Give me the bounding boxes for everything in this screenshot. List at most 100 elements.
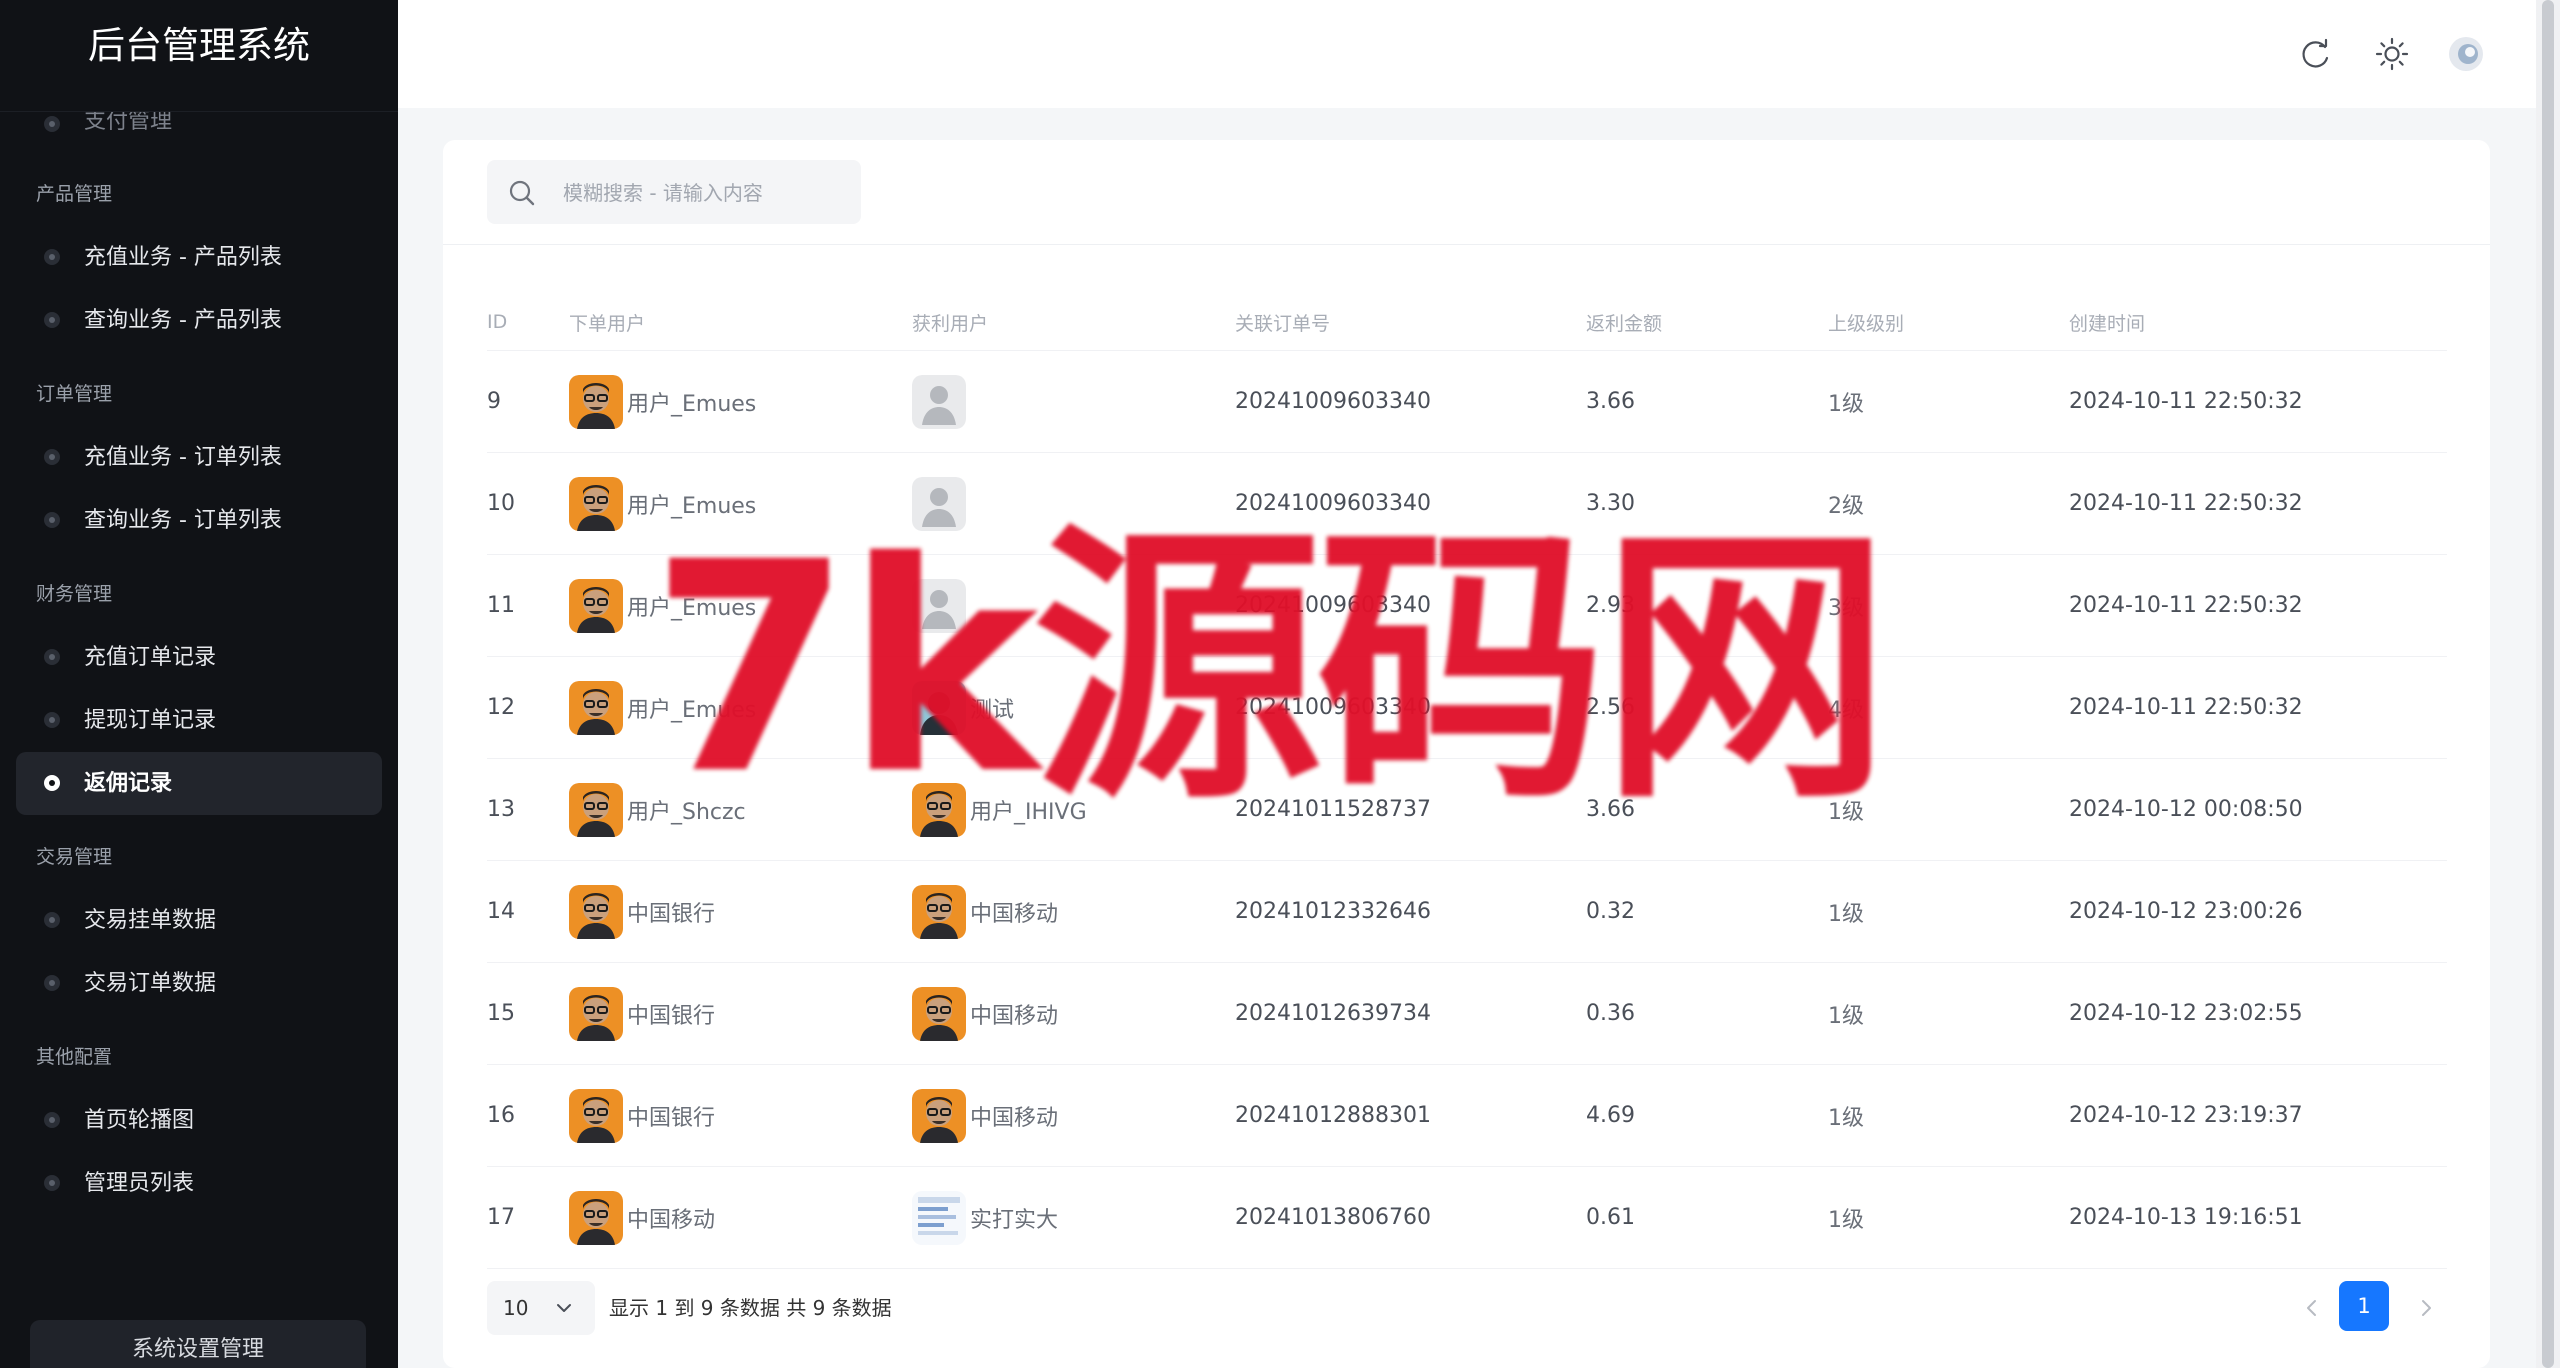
refresh-icon[interactable] <box>2296 34 2336 74</box>
sidebar-item[interactable]: 充值业务 - 订单列表 <box>16 426 382 489</box>
top-header <box>398 0 2536 108</box>
cell-level: 1级 <box>1828 350 2069 453</box>
profit-user-name: 实打实大 <box>970 1207 1059 1233</box>
bullet-icon <box>44 512 60 528</box>
sidebar-item-label: 返佣记录 <box>84 771 173 796</box>
system-settings-button[interactable]: 系统设置管理 <box>30 1320 366 1368</box>
order-user-name: 中国银行 <box>627 901 716 927</box>
user-photo-avatar <box>912 884 966 939</box>
user-photo-avatar <box>569 782 623 837</box>
col-header-level[interactable]: 上级级别 <box>1828 294 2069 351</box>
user-photo-avatar <box>569 374 623 429</box>
col-header-created[interactable]: 创建时间 <box>2069 294 2447 351</box>
scrollbar-thumb[interactable] <box>2542 0 2554 1368</box>
cell-level: 1级 <box>1828 962 2069 1065</box>
cell-created: 2024-10-11 22:50:32 <box>2069 554 2447 657</box>
cell-id: 12 <box>487 656 569 759</box>
sun-icon[interactable] <box>2372 34 2412 74</box>
sidebar-item[interactable]: 查询业务 - 订单列表 <box>16 489 382 552</box>
cell-order-no: 20241009603340 <box>1235 350 1586 453</box>
page-button-current[interactable]: 1 <box>2339 1281 2389 1331</box>
cell-order-user: 中国移动 <box>569 1166 912 1269</box>
cell-id: 16 <box>487 1064 569 1167</box>
table-row: 9 用户_Emues 20241009603340 3.66 1级 2024-10-11 … <box>487 350 2447 453</box>
col-header-amount[interactable]: 返利金额 <box>1586 294 1828 351</box>
sidebar-item[interactable]: 充值业务 - 产品列表 <box>16 226 382 289</box>
cell-id: 15 <box>487 962 569 1065</box>
sidebar-item[interactable]: 充值订单记录 <box>16 626 382 689</box>
user-photo-avatar <box>912 986 966 1041</box>
cell-amount: 0.61 <box>1586 1166 1828 1269</box>
next-page-icon[interactable] <box>2411 1293 2441 1323</box>
cell-amount: 0.32 <box>1586 860 1828 963</box>
sidebar-item[interactable]: 管理员列表 <box>16 1152 382 1215</box>
cell-amount: 3.66 <box>1586 350 1828 453</box>
sidebar-item[interactable]: 交易挂单数据 <box>16 889 382 952</box>
user-photo-avatar <box>912 1088 966 1143</box>
sidebar-item-label: 充值订单记录 <box>84 645 217 670</box>
user-photo-avatar <box>569 476 623 531</box>
sidebar-item-payment[interactable]: 支付管理 <box>16 112 382 142</box>
prev-page-icon[interactable] <box>2297 1293 2327 1323</box>
col-header-order-user[interactable]: 下单用户 <box>569 294 912 351</box>
table-row: 14 中国银行 中国移动 20241012332646 0.32 1级 2024-10-12… <box>487 860 2447 963</box>
search-icon <box>509 180 535 206</box>
cell-created: 2024-10-12 23:00:26 <box>2069 860 2447 963</box>
bullet-icon <box>44 912 60 928</box>
cell-order-user: 中国银行 <box>569 962 912 1065</box>
sidebar-group-title: 产品管理 <box>36 183 113 205</box>
cell-order-user: 中国银行 <box>569 860 912 963</box>
cell-level: 1级 <box>1828 860 2069 963</box>
sidebar-item[interactable]: 返佣记录 <box>16 752 382 815</box>
bullet-icon <box>44 712 60 728</box>
user-photo-avatar <box>569 1088 623 1143</box>
profit-user-name: 中国移动 <box>970 1105 1059 1131</box>
cell-profit-user: 中国移动 <box>912 860 1235 963</box>
cell-order-no: 20241012888301 <box>1235 1064 1586 1167</box>
sidebar-item-label: 查询业务 - 产品列表 <box>84 308 282 333</box>
cell-amount: 4.69 <box>1586 1064 1828 1167</box>
table-row: 17 中国移动 实打实大 20241013806760 0.61 1级 2024-10-13… <box>487 1166 2447 1269</box>
sidebar-item-label: 管理员列表 <box>84 1171 195 1196</box>
document-avatar-icon <box>912 1190 966 1245</box>
sidebar-item-label: 支付管理 <box>84 112 173 134</box>
cell-created: 2024-10-12 00:08:50 <box>2069 758 2447 861</box>
order-user-name: 用户_Emues <box>627 391 757 417</box>
sidebar-item-label: 提现订单记录 <box>84 708 217 733</box>
sidebar-item[interactable]: 首页轮播图 <box>16 1089 382 1152</box>
sidebar-item-label: 交易挂单数据 <box>84 908 217 933</box>
user-avatar[interactable] <box>2446 34 2486 74</box>
search-box[interactable] <box>487 160 861 226</box>
cell-profit-user: 中国移动 <box>912 1064 1235 1167</box>
page-size-value: 10 <box>503 1296 529 1320</box>
bullet-icon <box>44 116 60 132</box>
chevron-down-icon <box>557 1304 571 1312</box>
sidebar-group-title: 其他配置 <box>36 1046 113 1068</box>
pagination-info: 显示 1 到 9 条数据 共 9 条数据 <box>609 1296 892 1320</box>
cell-level: 1级 <box>1828 1166 2069 1269</box>
cell-id: 14 <box>487 860 569 963</box>
cell-profit-user <box>912 350 1235 453</box>
sidebar-item[interactable]: 提现订单记录 <box>16 689 382 752</box>
sidebar-nav: 支付管理 产品管理 充值业务 - 产品列表 查询业务 - 产品列表 订单管理 充值业务 -… <box>0 112 398 1225</box>
cell-order-no: 20241012639734 <box>1235 962 1586 1065</box>
cell-order-no: 20241012332646 <box>1235 860 1586 963</box>
search-input[interactable] <box>561 160 855 226</box>
cell-amount: 0.36 <box>1586 962 1828 1065</box>
col-header-id[interactable]: ID <box>487 294 569 351</box>
sidebar-item[interactable]: 查询业务 - 产品列表 <box>16 289 382 352</box>
sidebar-item-label: 交易订单数据 <box>84 971 217 996</box>
order-user-name: 中国移动 <box>627 1207 716 1233</box>
user-photo-avatar <box>569 986 623 1041</box>
bullet-icon <box>44 649 60 665</box>
bullet-icon <box>44 1175 60 1191</box>
page-size-select[interactable]: 10 <box>487 1281 595 1335</box>
col-header-order-no[interactable]: 关联订单号 <box>1235 294 1586 351</box>
col-header-profit-user[interactable]: 获利用户 <box>912 294 1235 351</box>
sidebar-item[interactable]: 交易订单数据 <box>16 952 382 1015</box>
default-avatar-icon <box>912 374 966 429</box>
page-scrollbar[interactable] <box>2536 0 2560 1368</box>
app-title: 后台管理系统 <box>0 0 398 112</box>
user-photo-avatar <box>569 1190 623 1245</box>
cell-id: 13 <box>487 758 569 861</box>
